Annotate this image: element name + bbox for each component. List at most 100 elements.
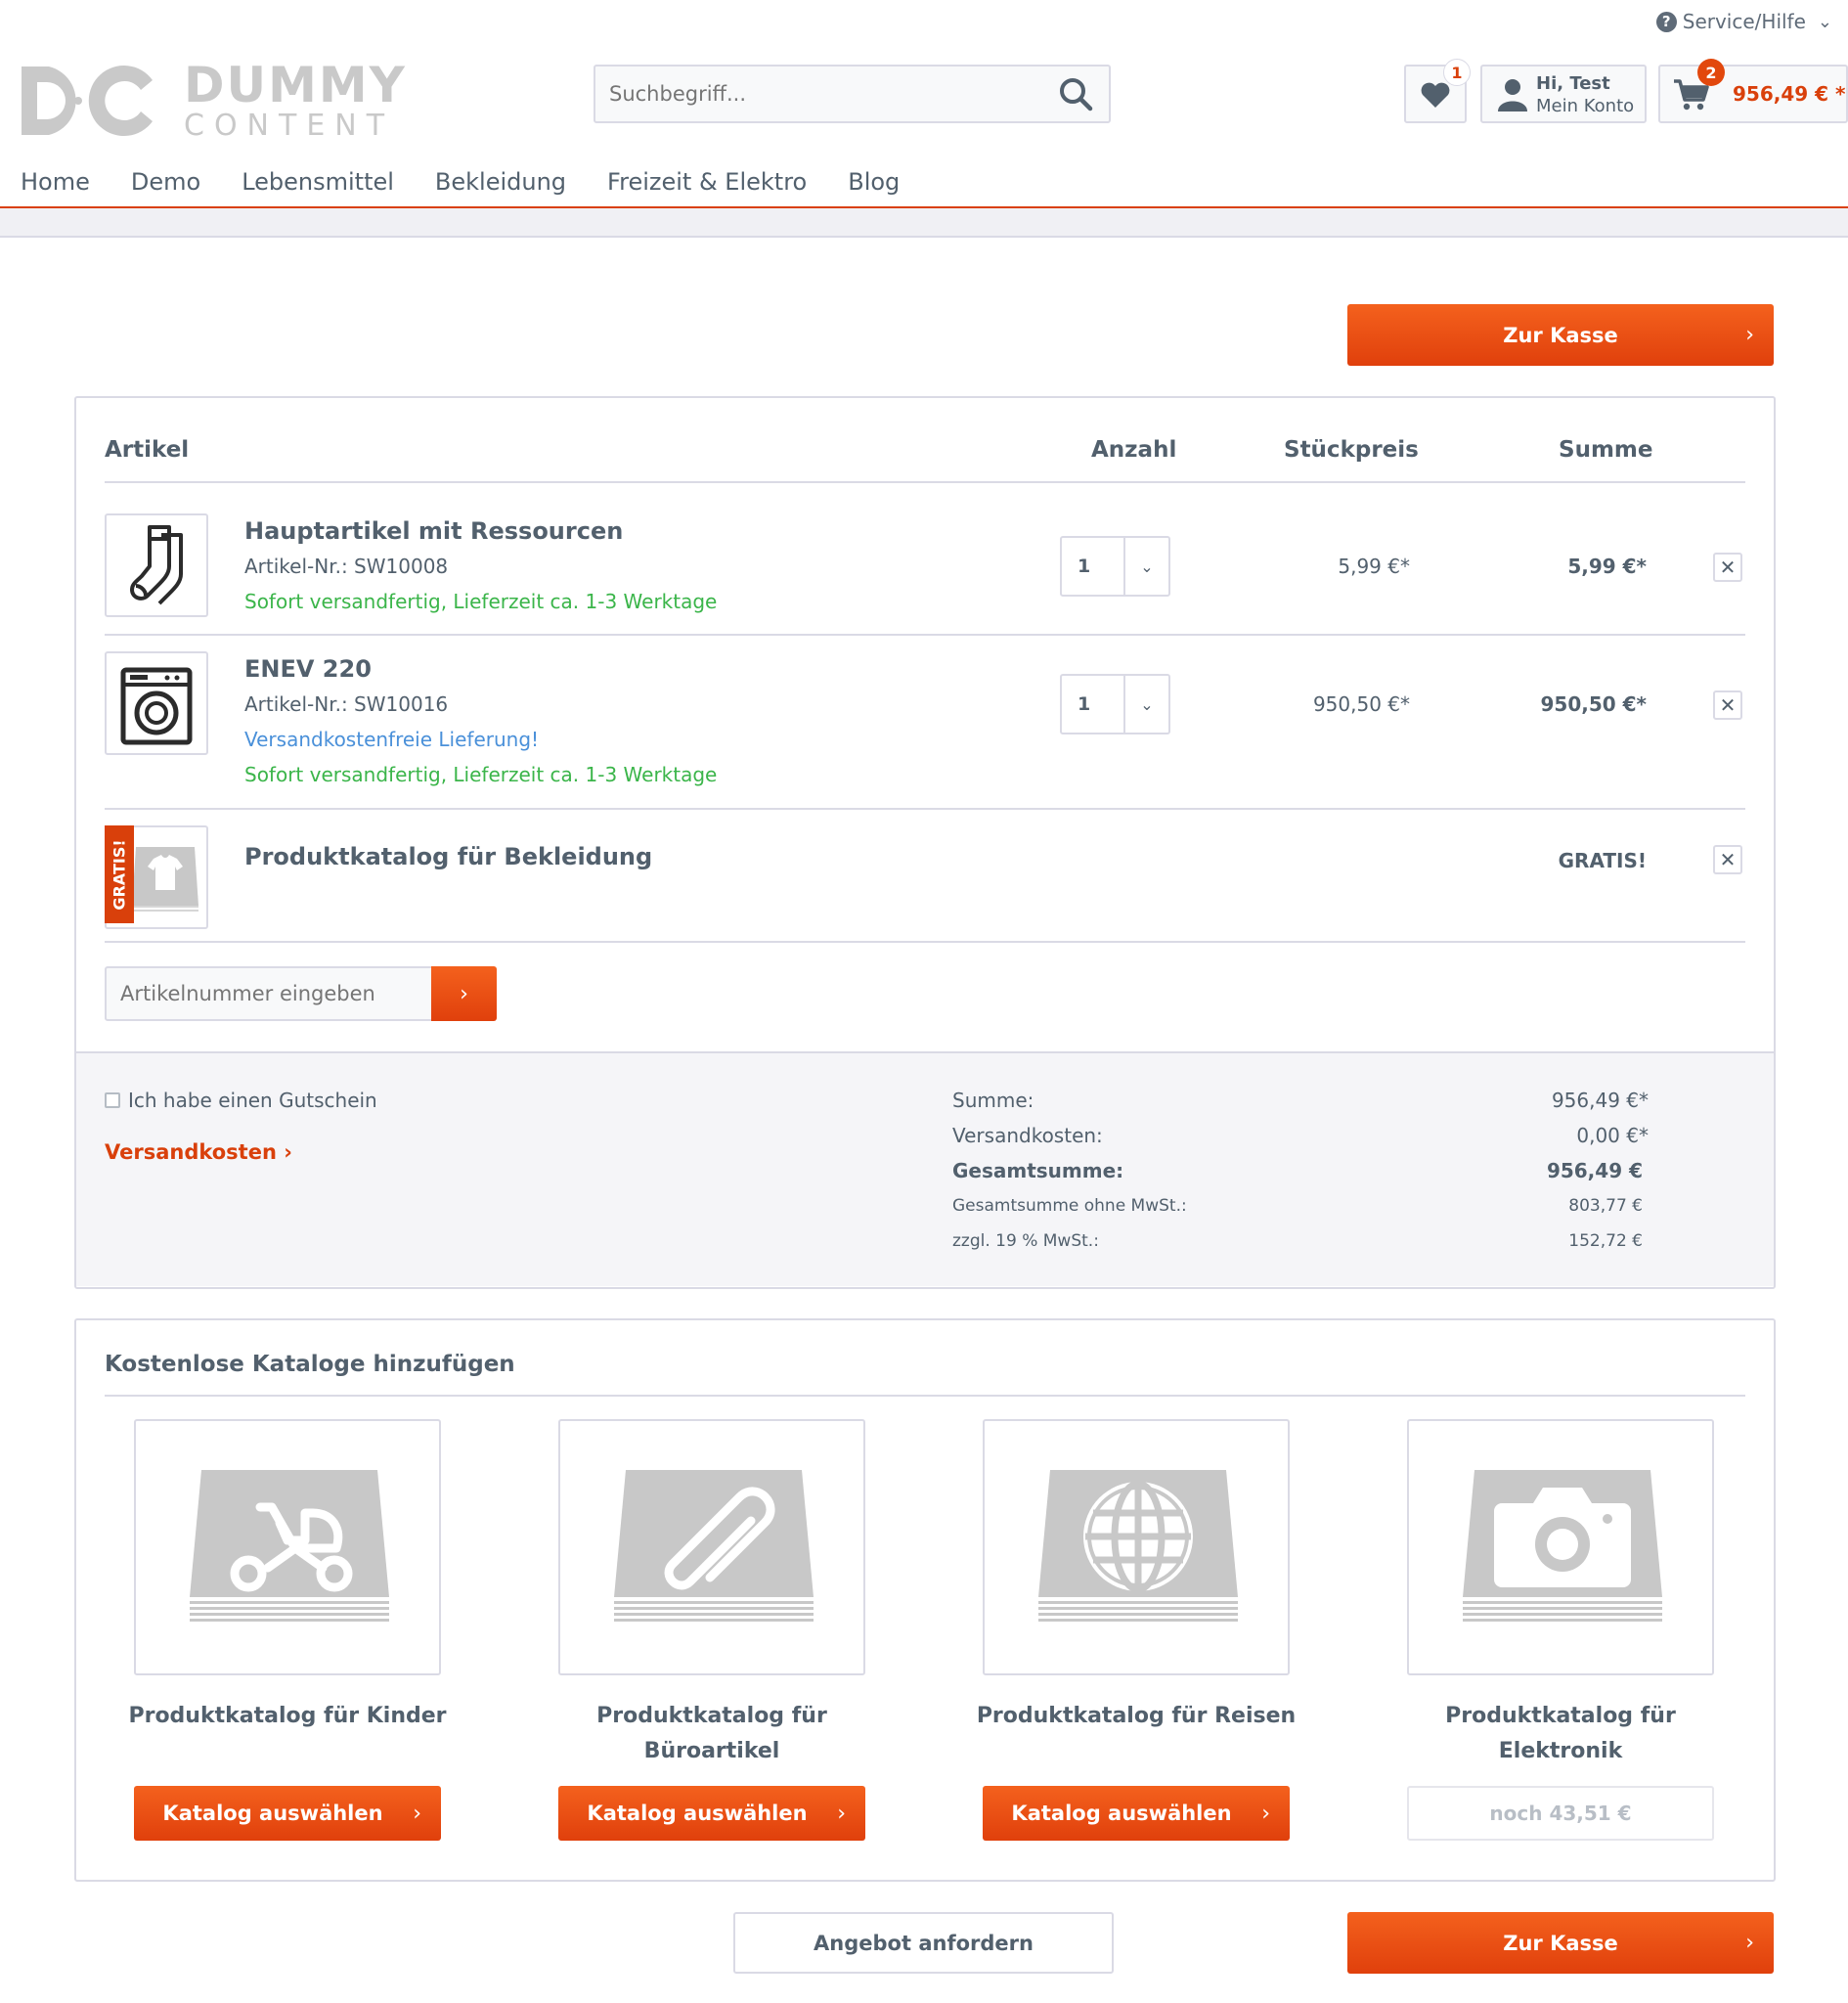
- header-divider: [0, 208, 1848, 238]
- quantity-value: 1: [1078, 693, 1091, 715]
- catalog-title: Produktkatalog für Reisen: [976, 1704, 1297, 1728]
- nav-item-bekleidung[interactable]: Bekleidung: [415, 162, 587, 206]
- catalog-card[interactable]: [558, 1419, 865, 1675]
- nav-item-lebensmittel[interactable]: Lebensmittel: [221, 162, 415, 206]
- cart-item-total: 950,50 €*: [1540, 692, 1647, 716]
- select-catalog-label: Katalog auswählen: [1011, 1802, 1232, 1825]
- nav-item-home[interactable]: Home: [0, 162, 110, 206]
- cart-item-unit-price: 5,99 €*: [1338, 555, 1410, 578]
- nav-item-blog[interactable]: Blog: [827, 162, 920, 206]
- select-catalog-button[interactable]: Katalog auswählen ›: [983, 1786, 1290, 1841]
- chevron-right-icon: ›: [1261, 1801, 1270, 1826]
- logo-mark-icon: [22, 66, 153, 136]
- summary-label: zzgl. 19 % MwSt.:: [952, 1231, 1099, 1251]
- account-button[interactable]: Hi, Test Mein Konto: [1480, 65, 1647, 123]
- add-article-button[interactable]: ›: [431, 966, 497, 1021]
- nav-item-demo[interactable]: Demo: [110, 162, 221, 206]
- paperclip-icon: [614, 1470, 814, 1622]
- divider: [105, 808, 1745, 810]
- wishlist-count-badge: 1: [1443, 59, 1471, 86]
- cart-item-total: GRATIS!: [1558, 849, 1647, 872]
- summary-label: Gesamtsumme ohne MwSt.:: [952, 1196, 1187, 1216]
- quantity-select[interactable]: 1 ⌄: [1060, 674, 1170, 734]
- product-thumbnail[interactable]: [105, 651, 208, 755]
- summary-value: 803,77 €: [1568, 1196, 1643, 1216]
- user-icon: [1498, 79, 1527, 111]
- tshirt-catalog-icon: [132, 847, 198, 912]
- cart-item-delivery: Sofort versandfertig, Lieferzeit ca. 1-3…: [244, 590, 718, 613]
- summary-value: 152,72 €: [1568, 1231, 1643, 1251]
- stroller-icon: [190, 1470, 389, 1622]
- catalog-card[interactable]: [983, 1419, 1290, 1675]
- globe-icon: [1038, 1470, 1238, 1622]
- cart-item-sku: Artikel-Nr.: SW10008: [244, 555, 449, 578]
- checkout-button-top[interactable]: Zur Kasse ›: [1347, 304, 1774, 366]
- chevron-right-icon: ›: [1745, 1931, 1754, 1955]
- search-icon[interactable]: [1056, 74, 1095, 113]
- cart-summary: Ich habe einen Gutschein Versandkosten ›…: [76, 1051, 1774, 1286]
- voucher-toggle[interactable]: Ich habe einen Gutschein: [105, 1089, 377, 1112]
- cart-count-badge: 2: [1697, 59, 1725, 86]
- chevron-right-icon: ›: [1745, 323, 1754, 347]
- checkout-label: Zur Kasse: [1503, 1931, 1618, 1955]
- remove-item-button[interactable]: ✕: [1713, 845, 1742, 874]
- cart-item-name[interactable]: ENEV 220: [244, 655, 372, 683]
- article-number-input[interactable]: [120, 982, 431, 1005]
- shipping-costs-label: Versandkosten: [105, 1140, 277, 1164]
- nav-item-freizeit-elektro[interactable]: Freizeit & Elektro: [587, 162, 827, 206]
- cart-item-name[interactable]: Produktkatalog für Bekleidung: [244, 843, 652, 870]
- cart-item-shipping-note: Versandkostenfreie Lieferung!: [244, 728, 540, 751]
- shipping-costs-link[interactable]: Versandkosten ›: [105, 1140, 292, 1164]
- divider: [105, 481, 1745, 483]
- voucher-label: Ich habe einen Gutschein: [128, 1089, 377, 1112]
- column-header-total: Summe: [1559, 437, 1653, 463]
- cart-total: 956,49 € *: [1733, 82, 1846, 106]
- divider: [105, 634, 1745, 636]
- catalog-title: Produktkatalog für Büroartikel: [596, 1704, 827, 1763]
- catalog-title: Produktkatalog für Elektronik: [1445, 1704, 1676, 1763]
- article-number-field: [105, 966, 433, 1021]
- voucher-checkbox[interactable]: [105, 1092, 120, 1108]
- checkout-button-bottom[interactable]: Zur Kasse ›: [1347, 1912, 1774, 1974]
- chevron-right-icon: ›: [460, 981, 468, 1006]
- wishlist-button[interactable]: 1: [1404, 59, 1471, 123]
- account-greeting: Hi, Test: [1536, 73, 1610, 94]
- cart-item-unit-price: 950,50 €*: [1312, 692, 1410, 716]
- summary-value: 956,49 €: [1546, 1159, 1643, 1182]
- remove-item-button[interactable]: ✕: [1713, 690, 1742, 720]
- search-input[interactable]: [609, 82, 1056, 106]
- cart-item-delivery: Sofort versandfertig, Lieferzeit ca. 1-3…: [244, 763, 718, 786]
- logo-line2: CONTENT: [184, 109, 395, 143]
- column-header-article: Artikel: [105, 437, 190, 463]
- logo-line1: DUMMY: [184, 57, 407, 113]
- socks-icon: [130, 525, 183, 605]
- request-offer-button[interactable]: Angebot anfordern: [733, 1912, 1114, 1974]
- cart-button[interactable]: 2 956,49 € *: [1658, 59, 1848, 123]
- search-bar: [594, 65, 1111, 123]
- catalog-threshold-button: noch 43,51 €: [1407, 1786, 1714, 1841]
- washing-machine-icon: [120, 667, 193, 745]
- select-catalog-button[interactable]: Katalog auswählen ›: [134, 1786, 441, 1841]
- catalog-card[interactable]: [134, 1419, 441, 1675]
- account-label: Mein Konto: [1536, 96, 1635, 116]
- quantity-select[interactable]: 1 ⌄: [1060, 536, 1170, 597]
- select-catalog-button[interactable]: Katalog auswählen ›: [558, 1786, 865, 1841]
- catalog-card[interactable]: [1407, 1419, 1714, 1675]
- free-badge: GRATIS!: [105, 825, 134, 923]
- summary-label: Versandkosten:: [952, 1124, 1103, 1147]
- chevron-down-icon: ⌄: [1123, 676, 1168, 733]
- product-thumbnail[interactable]: [105, 513, 208, 617]
- remove-item-button[interactable]: ✕: [1713, 553, 1742, 582]
- select-catalog-label: Katalog auswählen: [587, 1802, 808, 1825]
- cart-item-name[interactable]: Hauptartikel mit Ressourcen: [244, 517, 623, 545]
- service-help-menu[interactable]: ? Service/Hilfe ⌄: [1655, 10, 1832, 33]
- chevron-right-icon: ›: [413, 1801, 421, 1826]
- cart-item-total: 5,99 €*: [1567, 555, 1647, 578]
- free-badge-label: GRATIS!: [110, 838, 129, 911]
- shop-logo[interactable]: DUMMY CONTENT: [18, 61, 407, 141]
- divider: [105, 1395, 1745, 1397]
- chevron-down-icon: ⌄: [1817, 11, 1832, 32]
- divider: [105, 941, 1745, 943]
- summary-value: 0,00 €*: [1576, 1124, 1649, 1147]
- catalog-title: Produktkatalog für Kinder: [128, 1704, 447, 1728]
